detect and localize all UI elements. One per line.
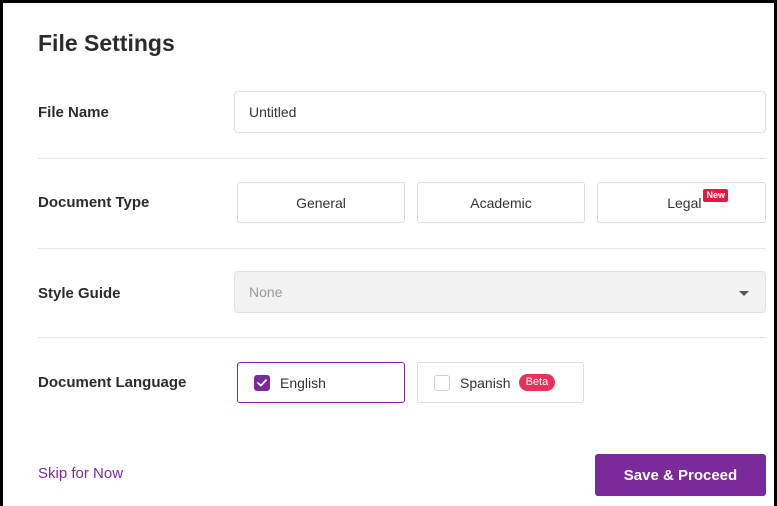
doc-type-general-label: General — [296, 194, 346, 211]
document-language-label: Document Language — [38, 374, 187, 391]
language-english-option[interactable]: English — [237, 362, 405, 403]
doc-type-academic-button[interactable]: Academic — [417, 182, 585, 223]
document-type-label: Document Type — [38, 194, 150, 211]
language-english-label: English — [280, 374, 326, 391]
doc-type-general-button[interactable]: General — [237, 182, 405, 223]
save-and-proceed-button[interactable]: Save & Proceed — [595, 454, 766, 496]
checkbox-unchecked-icon[interactable] — [434, 374, 450, 391]
caret-down-icon — [739, 291, 749, 296]
divider — [38, 158, 766, 159]
doc-type-academic-label: Academic — [470, 194, 532, 211]
divider — [38, 337, 766, 338]
beta-badge: Beta — [518, 374, 556, 391]
checkbox-checked-icon[interactable] — [254, 374, 270, 391]
style-guide-selected-value: None — [249, 284, 283, 300]
divider — [38, 248, 766, 249]
language-spanish-option[interactable]: Spanish Beta — [417, 362, 584, 403]
doc-type-legal-button[interactable]: Legal New — [597, 182, 766, 223]
style-guide-label: Style Guide — [38, 285, 121, 302]
skip-for-now-link[interactable]: Skip for Now — [38, 465, 123, 482]
style-guide-select[interactable]: None — [234, 271, 766, 313]
dialog-title: File Settings — [38, 30, 175, 56]
doc-type-legal-label: Legal — [667, 194, 702, 211]
file-name-input[interactable] — [234, 91, 766, 133]
new-badge: New — [703, 189, 728, 202]
checkmark-icon — [257, 378, 267, 386]
file-name-label: File Name — [38, 104, 109, 121]
language-spanish-label: Spanish — [460, 374, 511, 391]
file-settings-dialog: File Settings File Name Document Type Ge… — [0, 0, 777, 506]
